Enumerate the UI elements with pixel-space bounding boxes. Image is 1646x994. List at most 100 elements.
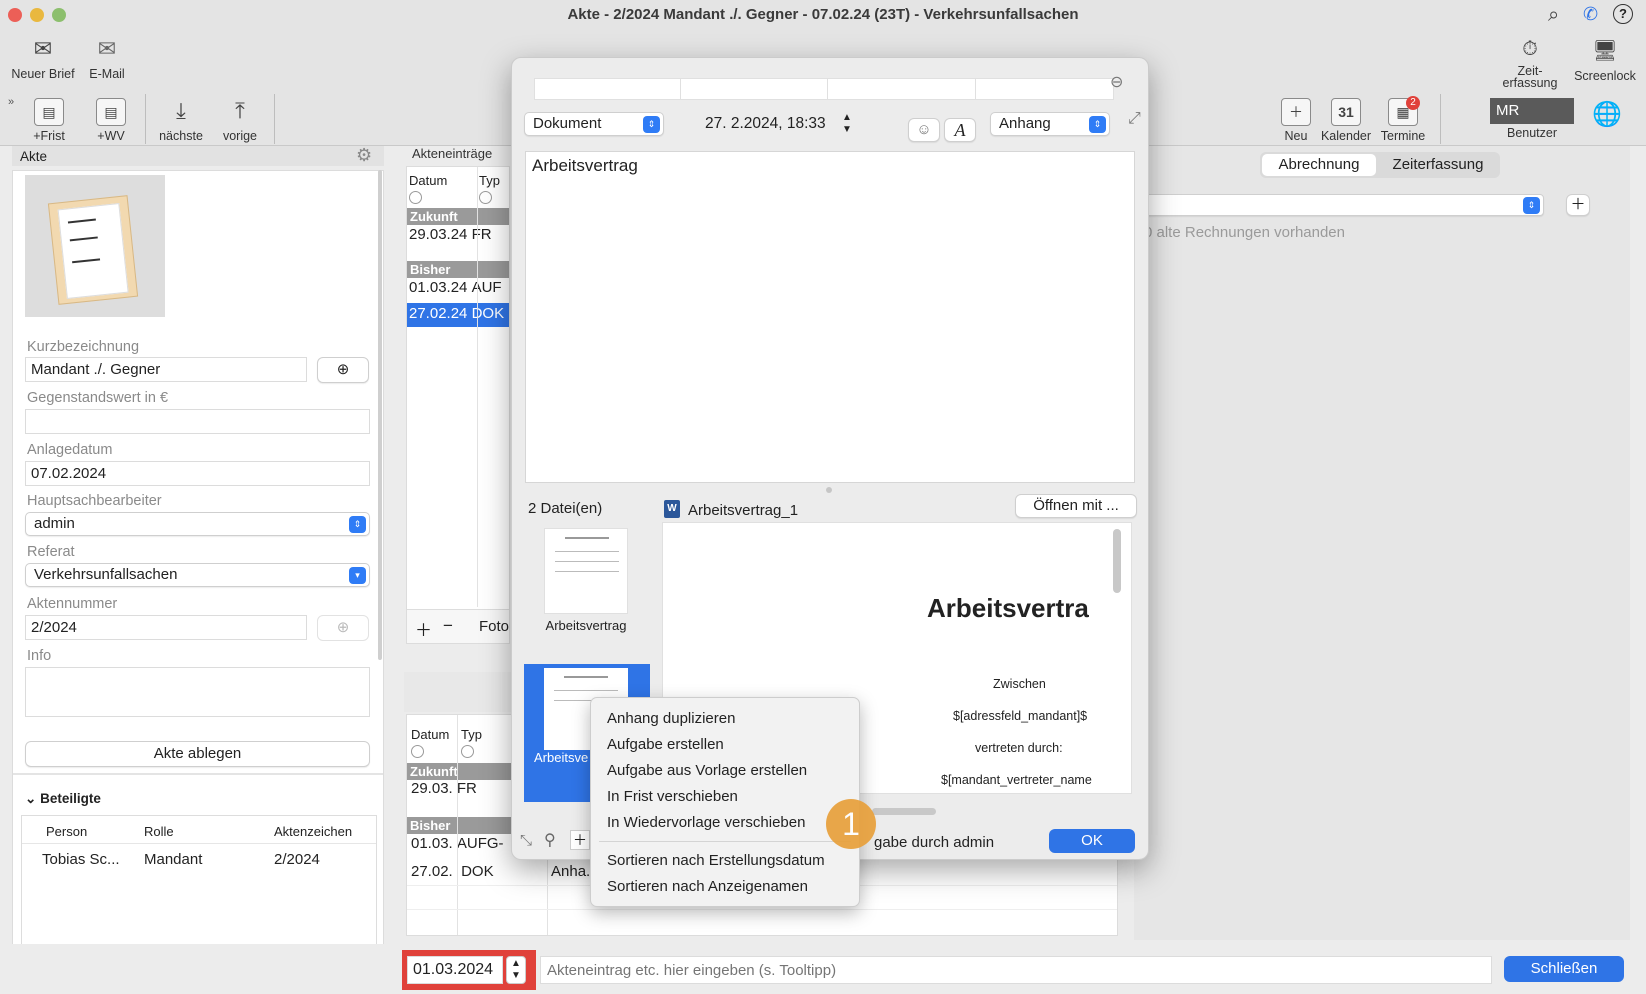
menu-item-move-to-wiedervorlage[interactable]: In Wiedervorlage verschieben: [607, 814, 805, 831]
list-item[interactable]: 01.03.24 AUF: [409, 277, 502, 299]
anlagedatum-field[interactable]: 07.02.2024: [25, 461, 370, 486]
tab-abrechnung[interactable]: Abrechnung: [1262, 154, 1376, 176]
datetime-stepper[interactable]: ▲ ▼: [842, 112, 852, 136]
rechnung-select[interactable]: ⇕: [1144, 194, 1544, 216]
kurzbezeichnung-action-button[interactable]: ⊕: [317, 357, 369, 383]
gegenstandswert-field[interactable]: [25, 409, 370, 434]
column-rolle[interactable]: Rolle: [144, 824, 174, 839]
add-file-button[interactable]: ＋: [570, 830, 590, 850]
filter-radio[interactable]: [461, 745, 474, 761]
termine-button[interactable]: ▦ Termine 2: [1374, 96, 1432, 143]
remove-entry-button[interactable]: −: [443, 616, 453, 636]
user-avatar[interactable]: MR: [1490, 98, 1574, 124]
kurzbezeichnung-field[interactable]: Mandant ./. Gegner: [25, 357, 307, 382]
gear-icon[interactable]: ⚙: [356, 145, 372, 166]
stopwatch-icon: ⏱: [1522, 38, 1538, 60]
chevron-down-icon: ▾: [349, 567, 366, 584]
clipboard-icon: ▤: [34, 98, 64, 126]
toolbar-separator: [1440, 94, 1441, 144]
next-label: nächste: [159, 129, 203, 143]
globe-icon[interactable]: 🌐: [1592, 100, 1622, 129]
referat-select[interactable]: Verkehrsunfallsachen ▾: [25, 563, 370, 587]
menu-item-create-task[interactable]: Aufgabe erstellen: [607, 736, 724, 753]
menu-item-task-from-template[interactable]: Aufgabe aus Vorlage erstellen: [607, 762, 807, 779]
akteneintrag-input[interactable]: [540, 956, 1492, 984]
left-panel-scrollbar[interactable]: [378, 170, 382, 660]
zeiterfassung-button[interactable]: ⏱ Zeit- erfassung: [1494, 38, 1566, 89]
add-wv-button[interactable]: ▤ +WV: [88, 98, 134, 143]
info-field[interactable]: [25, 667, 370, 717]
add-frist-button[interactable]: ▤ +Frist: [26, 98, 72, 143]
binoculars-icon[interactable]: ⚲: [544, 830, 556, 850]
entries-footer: ＋ − Foto: [407, 609, 509, 643]
referat-label: Referat: [27, 544, 75, 560]
akte-header: Akte ⚙: [12, 145, 384, 166]
preview-scrollbar[interactable]: [1113, 529, 1121, 593]
text-editor[interactable]: Arbeitsvertrag: [525, 151, 1135, 483]
menu-item-move-to-frist[interactable]: In Frist verschieben: [607, 788, 738, 805]
hauptsachbearbeiter-select[interactable]: admin ⇕: [25, 512, 370, 536]
add-entry-button[interactable]: ＋: [415, 616, 432, 641]
arrow-down-icon: ⤓: [176, 98, 186, 123]
date-stepper[interactable]: ▲ ▼: [506, 956, 526, 984]
search-icon[interactable]: ⌕: [1548, 4, 1559, 27]
split-handle[interactable]: [826, 487, 832, 493]
ok-button[interactable]: OK: [1049, 829, 1135, 853]
menu-item-sort-created[interactable]: Sortieren nach Erstellungsdatum: [607, 852, 825, 869]
document-type-select[interactable]: Dokument ⇕: [524, 112, 664, 136]
menu-item-duplicate[interactable]: Anhang duplizieren: [607, 710, 735, 727]
dialog-header-fields[interactable]: [534, 78, 1114, 100]
tab-zeiterfassung[interactable]: Zeiterfassung: [1378, 154, 1498, 176]
list-item-selected[interactable]: 27.02.24 DOK: [407, 303, 509, 327]
entry-date-field[interactable]: 01.03.2024: [407, 956, 503, 984]
column-typ[interactable]: Typ: [461, 727, 482, 742]
next-button[interactable]: ⤓ nächste: [153, 98, 209, 143]
filter-radio[interactable]: [411, 745, 424, 761]
list-item[interactable]: 29.03.24 FR: [409, 224, 492, 246]
column-datum[interactable]: Datum: [409, 173, 447, 188]
expand-icon[interactable]: ⤢: [1128, 110, 1141, 128]
table-row[interactable]: Tobias Sc... Mandant 2/2024: [22, 848, 376, 874]
category-select[interactable]: Anhang ⇕: [990, 112, 1110, 136]
emoji-button[interactable]: ☺: [908, 118, 940, 142]
clipboard-icon: ▤: [96, 98, 126, 126]
screenlock-label: Screenlock: [1574, 69, 1636, 83]
collapse-arrows-icon[interactable]: ⤡: [520, 832, 532, 849]
list-item[interactable]: 29.03. FR: [411, 778, 477, 800]
cell-rolle: Mandant: [144, 851, 203, 868]
column-aktenzeichen[interactable]: Aktenzeichen: [274, 824, 352, 839]
filter-radio[interactable]: [409, 191, 422, 207]
email-button[interactable]: ✉ E-Mail: [82, 36, 132, 81]
more-options-icon[interactable]: ⊖: [1110, 72, 1123, 92]
kalender-button[interactable]: 31 Kalender: [1316, 98, 1376, 143]
aktennummer-action-button[interactable]: ⊕: [317, 615, 369, 641]
datetime-field[interactable]: 27. 2.2024, 18:33: [700, 112, 836, 137]
neu-button[interactable]: ＋ Neu: [1276, 98, 1316, 143]
foto-button[interactable]: Foto: [479, 618, 509, 635]
calendar-plus-icon: ＋: [1281, 98, 1311, 126]
column-person[interactable]: Person: [46, 824, 87, 839]
aktennummer-label: Aktennummer: [27, 596, 118, 612]
preview-hscrollbar[interactable]: [872, 808, 936, 815]
schliessen-button[interactable]: Schließen: [1504, 956, 1624, 982]
open-with-button[interactable]: Öffnen mit ...: [1015, 494, 1137, 518]
collapse-chevron-icon[interactable]: »: [8, 96, 14, 108]
menu-item-sort-name[interactable]: Sortieren nach Anzeigenamen: [607, 878, 808, 895]
akte-ablegen-button[interactable]: Akte ablegen: [25, 741, 370, 767]
beteiligte-header[interactable]: ⌄ Beteiligte: [25, 791, 101, 807]
right-panel: Abrechnung Zeiterfassung ⇕ ＋ 0 alte Rech…: [1134, 146, 1630, 940]
phone-icon[interactable]: ✆: [1583, 4, 1598, 25]
filter-radio[interactable]: [479, 191, 492, 207]
prev-button[interactable]: ⤒ vorige: [214, 98, 266, 143]
list-item[interactable]: 27.02. DOK: [411, 861, 494, 883]
thumbnail-1[interactable]: [544, 528, 628, 614]
new-letter-button[interactable]: ✉ Neuer Brief: [6, 36, 80, 81]
font-button[interactable]: A: [944, 118, 976, 142]
screenlock-button[interactable]: 🖥 Screenlock: [1566, 38, 1644, 83]
help-icon[interactable]: ?: [1613, 4, 1633, 24]
cell-person: Tobias Sc...: [42, 851, 120, 868]
column-typ[interactable]: Typ: [479, 173, 500, 188]
aktennummer-field[interactable]: 2/2024: [25, 615, 307, 640]
column-datum[interactable]: Datum: [411, 727, 449, 742]
add-rechnung-button[interactable]: ＋: [1566, 194, 1590, 216]
